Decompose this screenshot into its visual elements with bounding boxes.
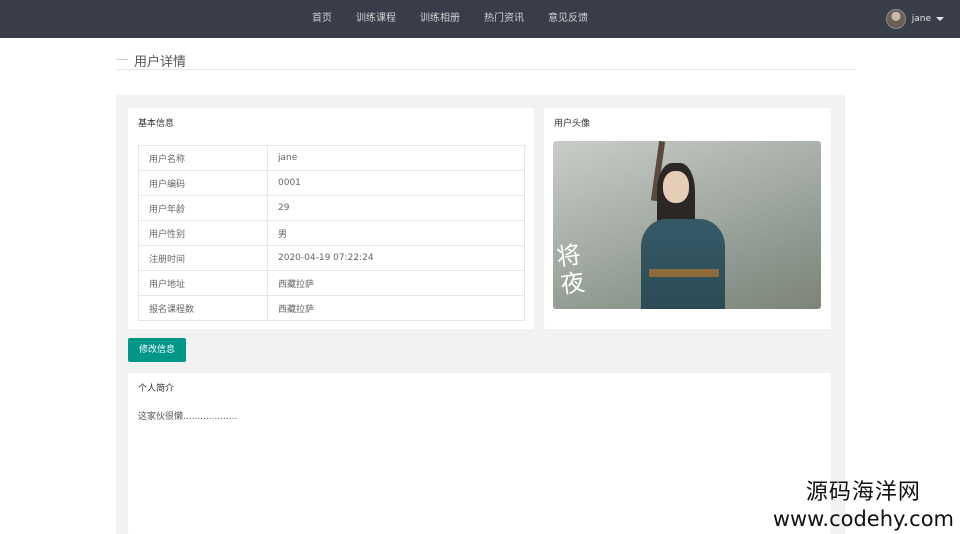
nav-home[interactable]: 首页 [300, 0, 344, 38]
row-value: 2020-04-19 07:22:24 [267, 245, 525, 271]
basic-info-card: 基本信息 用户名称 jane 用户编码 0001 用户年龄 29 用户性别 男 … [128, 108, 534, 329]
table-row: 注册时间 2020-04-19 07:22:24 [138, 245, 525, 271]
photo-belt [649, 269, 719, 277]
table-row: 报名课程数 西藏拉萨 [138, 295, 525, 321]
row-label: 用户名称 [138, 145, 268, 171]
avatar [885, 9, 906, 29]
avatar-card: 用户头像 将夜 [544, 108, 831, 329]
user-avatar-photo: 将夜 [553, 141, 821, 309]
title-divider [116, 59, 128, 60]
photo-calligraphy: 将夜 [554, 240, 587, 300]
row-label: 用户编码 [138, 170, 268, 196]
photo-robe [641, 219, 725, 309]
watermark: 源码海洋网 www.codehy.com [773, 480, 954, 532]
table-row: 用户编码 0001 [138, 170, 525, 196]
row-label: 报名课程数 [138, 295, 268, 321]
table-row: 用户地址 西藏拉萨 [138, 270, 525, 296]
photo-face [663, 171, 689, 203]
nav-training-courses[interactable]: 训练课程 [344, 0, 408, 38]
row-label: 用户地址 [138, 270, 268, 296]
table-row: 用户性别 男 [138, 220, 525, 246]
top-navbar: 首页 训练课程 训练相册 热门资讯 意见反馈 jane [0, 0, 960, 38]
intro-title: 个人简介 [138, 384, 175, 394]
row-value: 0001 [267, 170, 525, 196]
basic-info-table: 用户名称 jane 用户编码 0001 用户年龄 29 用户性别 男 注册时间 … [138, 145, 525, 321]
chevron-down-icon [936, 17, 944, 21]
page-header: 用户详情 [116, 50, 856, 70]
nav-feedback[interactable]: 意见反馈 [536, 0, 600, 38]
user-name: jane [911, 14, 931, 24]
row-label: 注册时间 [138, 245, 268, 271]
row-value: 29 [267, 195, 525, 221]
basic-info-title: 基本信息 [138, 119, 175, 129]
intro-text: 这家伙很懒................... [138, 412, 238, 422]
main-content: 基本信息 用户名称 jane 用户编码 0001 用户年龄 29 用户性别 男 … [116, 95, 845, 534]
page-title: 用户详情 [134, 55, 187, 70]
watermark-url: www.codehy.com [772, 507, 954, 531]
table-row: 用户年龄 29 [138, 195, 525, 221]
intro-card: 个人简介 这家伙很懒................... [128, 373, 831, 534]
main-nav: 首页 训练课程 训练相册 热门资讯 意见反馈 [300, 0, 600, 38]
table-row: 用户名称 jane [138, 145, 525, 171]
row-value: 西藏拉萨 [267, 270, 525, 296]
row-value: 西藏拉萨 [267, 295, 525, 321]
edit-info-button[interactable]: 修改信息 [128, 338, 186, 362]
row-value: 男 [267, 220, 525, 246]
user-menu[interactable]: jane [885, 9, 944, 29]
row-value: jane [267, 145, 525, 171]
nav-training-album[interactable]: 训练相册 [408, 0, 472, 38]
avatar-card-title: 用户头像 [554, 119, 591, 129]
row-label: 用户年龄 [138, 195, 268, 221]
watermark-name: 源码海洋网 [805, 480, 921, 505]
row-label: 用户性别 [138, 220, 268, 246]
nav-hot-news[interactable]: 热门资讯 [472, 0, 536, 38]
